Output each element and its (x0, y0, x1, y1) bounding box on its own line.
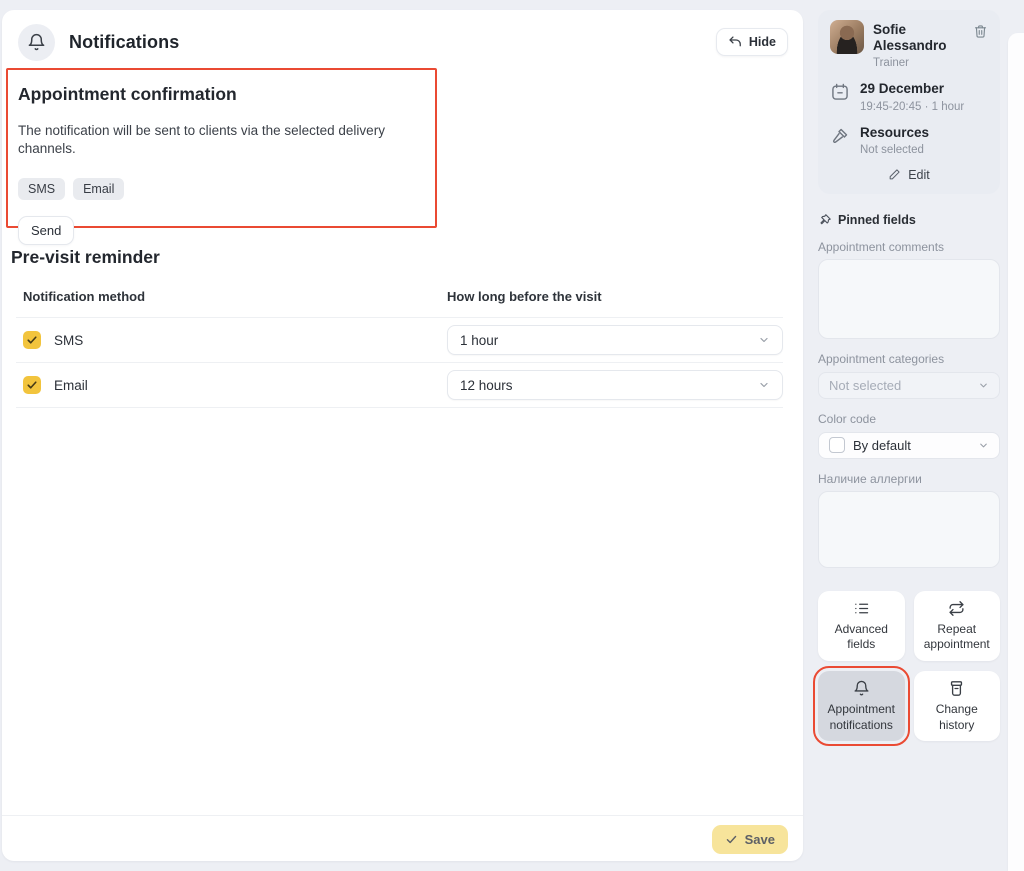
appointment-info-card: Sofie Alessandro Trainer 29 December 19:… (818, 10, 1000, 194)
action-label: Change history (918, 702, 997, 733)
appointment-confirmation-section: Appointment confirmation The notificatio… (6, 68, 437, 228)
comments-textarea[interactable] (818, 259, 1000, 339)
repeat-appointment-button[interactable]: Repeat appointment (914, 591, 1001, 661)
color-default-checkbox[interactable] (829, 437, 845, 453)
check-icon (26, 379, 38, 391)
edit-appointment-button[interactable]: Edit (888, 168, 930, 182)
categories-label: Appointment categories (818, 352, 1000, 366)
color-code-value: By default (853, 438, 911, 453)
column-header-duration: How long before the visit (447, 289, 783, 304)
channel-tag-email: Email (73, 178, 124, 200)
resources-label: Resources (860, 125, 929, 141)
archive-icon (948, 680, 965, 697)
action-label: Repeat appointment (918, 622, 997, 653)
pinned-fields-header: Pinned fields (818, 213, 1000, 227)
undo-arrow-icon (728, 35, 742, 49)
table-row-email: Email 12 hours (16, 363, 783, 408)
panel-footer: Save (2, 815, 803, 861)
section-description: The notification will be sent to clients… (18, 122, 425, 158)
save-button-label: Save (745, 832, 775, 847)
resources-value: Not selected (860, 144, 929, 156)
allergy-label: Наличие аллергии (818, 472, 1000, 486)
appointment-date: 29 December (860, 81, 964, 97)
allergy-textarea[interactable] (818, 491, 1000, 568)
delivery-channels: SMS Email (18, 178, 425, 200)
categories-placeholder: Not selected (829, 378, 901, 393)
hammer-icon (830, 125, 850, 156)
advanced-fields-button[interactable]: Advanced fields (818, 591, 905, 661)
table-header-row: Notification method How long before the … (16, 283, 783, 318)
page-title: Notifications (69, 32, 179, 53)
column-header-method: Notification method (16, 289, 447, 304)
hide-button-label: Hide (749, 35, 776, 49)
staff-role: Trainer (873, 57, 964, 69)
adjacent-panel-edge (1008, 33, 1024, 871)
bell-icon (18, 24, 55, 61)
email-duration-select[interactable]: 12 hours (447, 370, 783, 400)
email-duration-value: 12 hours (460, 378, 513, 393)
panel-header: Notifications Hide (18, 22, 788, 62)
color-code-select[interactable]: By default (818, 432, 1000, 459)
avatar (830, 20, 864, 54)
hide-button[interactable]: Hide (716, 28, 788, 56)
edit-button-label: Edit (908, 168, 930, 182)
pencil-icon (888, 168, 901, 181)
change-history-button[interactable]: Change history (914, 671, 1001, 741)
channel-tag-sms: SMS (18, 178, 65, 200)
section-title: Appointment confirmation (18, 84, 425, 105)
appointment-notifications-button[interactable]: Appointment notifications (818, 671, 905, 741)
appointment-sidebar: Sofie Alessandro Trainer 29 December 19:… (818, 10, 1000, 741)
repeat-icon (948, 600, 965, 617)
list-icon (853, 600, 870, 617)
pin-icon (818, 213, 832, 227)
trash-icon (973, 24, 988, 39)
sms-checkbox[interactable] (23, 331, 41, 349)
schedule-row: 29 December 19:45-20:45 · 1 hour (830, 81, 988, 112)
save-button[interactable]: Save (712, 825, 788, 854)
categories-select[interactable]: Not selected (818, 372, 1000, 399)
action-label: Advanced fields (822, 622, 901, 653)
calendar-icon (830, 81, 850, 112)
check-icon (725, 833, 738, 846)
chevron-down-icon (758, 379, 770, 391)
sms-duration-value: 1 hour (460, 333, 498, 348)
comments-label: Appointment comments (818, 240, 1000, 254)
chevron-down-icon (758, 334, 770, 346)
notifications-panel: Notifications Hide Appointment confirmat… (2, 10, 803, 861)
chevron-down-icon (978, 440, 989, 451)
bell-icon (853, 680, 870, 697)
send-button[interactable]: Send (18, 216, 74, 245)
previsit-reminder-title: Pre-visit reminder (11, 247, 160, 268)
reminder-table: Notification method How long before the … (16, 283, 783, 408)
delete-appointment-button[interactable] (973, 20, 988, 69)
method-label-sms: SMS (54, 333, 83, 348)
pinned-fields-title: Pinned fields (838, 213, 916, 227)
sms-duration-select[interactable]: 1 hour (447, 325, 783, 355)
appointment-time: 19:45-20:45 · 1 hour (860, 101, 964, 113)
sidebar-actions: Advanced fields Repeat appointment Appoi… (818, 591, 1000, 741)
method-label-email: Email (54, 378, 88, 393)
action-label: Appointment notifications (822, 702, 901, 733)
email-checkbox[interactable] (23, 376, 41, 394)
table-row-sms: SMS 1 hour (16, 318, 783, 363)
resources-row: Resources Not selected (830, 125, 988, 156)
staff-name: Sofie Alessandro (873, 20, 964, 54)
chevron-down-icon (978, 380, 989, 391)
color-code-label: Color code (818, 412, 1000, 426)
check-icon (26, 334, 38, 346)
